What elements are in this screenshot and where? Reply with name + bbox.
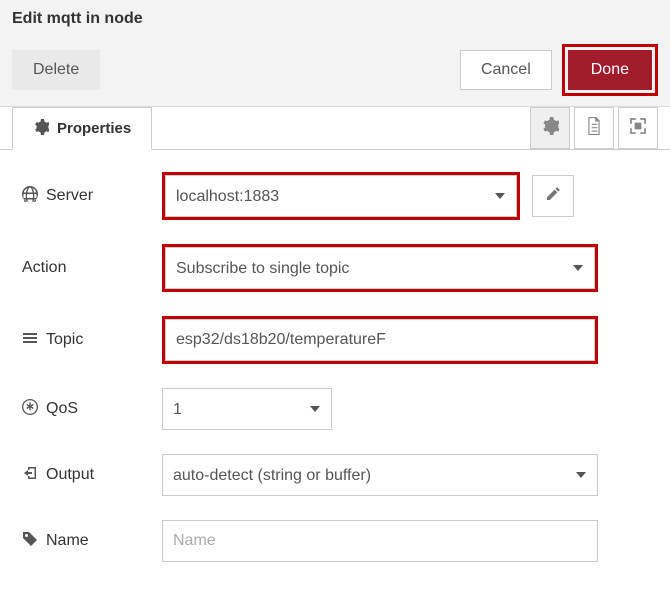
label-action: Action [22,259,162,277]
delete-button[interactable]: Delete [12,50,100,90]
topic-highlight [162,316,598,364]
tab-label: Properties [57,120,131,137]
label-text: Server [46,187,93,205]
file-icon [585,117,603,139]
tag-icon [22,531,38,552]
row-topic: Topic [22,316,648,364]
done-highlight: Done [562,44,658,96]
label-topic: Topic [22,330,162,351]
pencil-icon [545,186,561,206]
list-icon [22,330,38,351]
output-icon [22,465,38,486]
gear-icon [541,117,559,139]
globe-icon [22,186,38,207]
dialog-header: Edit mqtt in node Delete Cancel Done [0,0,670,107]
tab-description-button[interactable] [574,107,614,149]
row-qos: QoS 1 [22,388,648,430]
label-text: Name [46,532,89,550]
done-button[interactable]: Done [568,50,652,90]
server-select[interactable]: localhost:1883 [165,175,517,217]
label-text: QoS [46,400,78,418]
cancel-button[interactable]: Cancel [460,50,552,90]
gear-icon [33,119,49,139]
qos-select[interactable]: 1 [162,388,332,430]
topic-input[interactable] [165,319,595,361]
label-text: Action [22,259,66,277]
asterisk-icon [22,399,38,420]
row-action: Action Subscribe to single topic [22,244,648,292]
edit-server-button[interactable] [532,175,574,217]
tab-appearance-button[interactable] [618,107,658,149]
form: Server localhost:1883 Action Subscribe t… [0,150,670,596]
label-text: Topic [46,331,83,349]
tab-properties[interactable]: Properties [12,107,152,150]
row-name: Name [22,520,648,562]
expand-icon [629,117,647,139]
label-output: Output [22,465,162,486]
label-name: Name [22,531,162,552]
dialog-title: Edit mqtt in node [12,8,658,28]
name-input[interactable] [162,520,598,562]
action-select[interactable]: Subscribe to single topic [165,247,595,289]
header-buttons: Delete Cancel Done [12,44,658,96]
row-server: Server localhost:1883 [22,172,648,220]
output-select[interactable]: auto-detect (string or buffer) [162,454,598,496]
action-highlight: Subscribe to single topic [162,244,598,292]
label-text: Output [46,466,94,484]
row-output: Output auto-detect (string or buffer) [22,454,648,496]
tabs-bar: Properties [0,107,670,150]
label-server: Server [22,186,162,207]
tab-settings-button[interactable] [530,107,570,149]
label-qos: QoS [22,399,162,420]
server-highlight: localhost:1883 [162,172,520,220]
